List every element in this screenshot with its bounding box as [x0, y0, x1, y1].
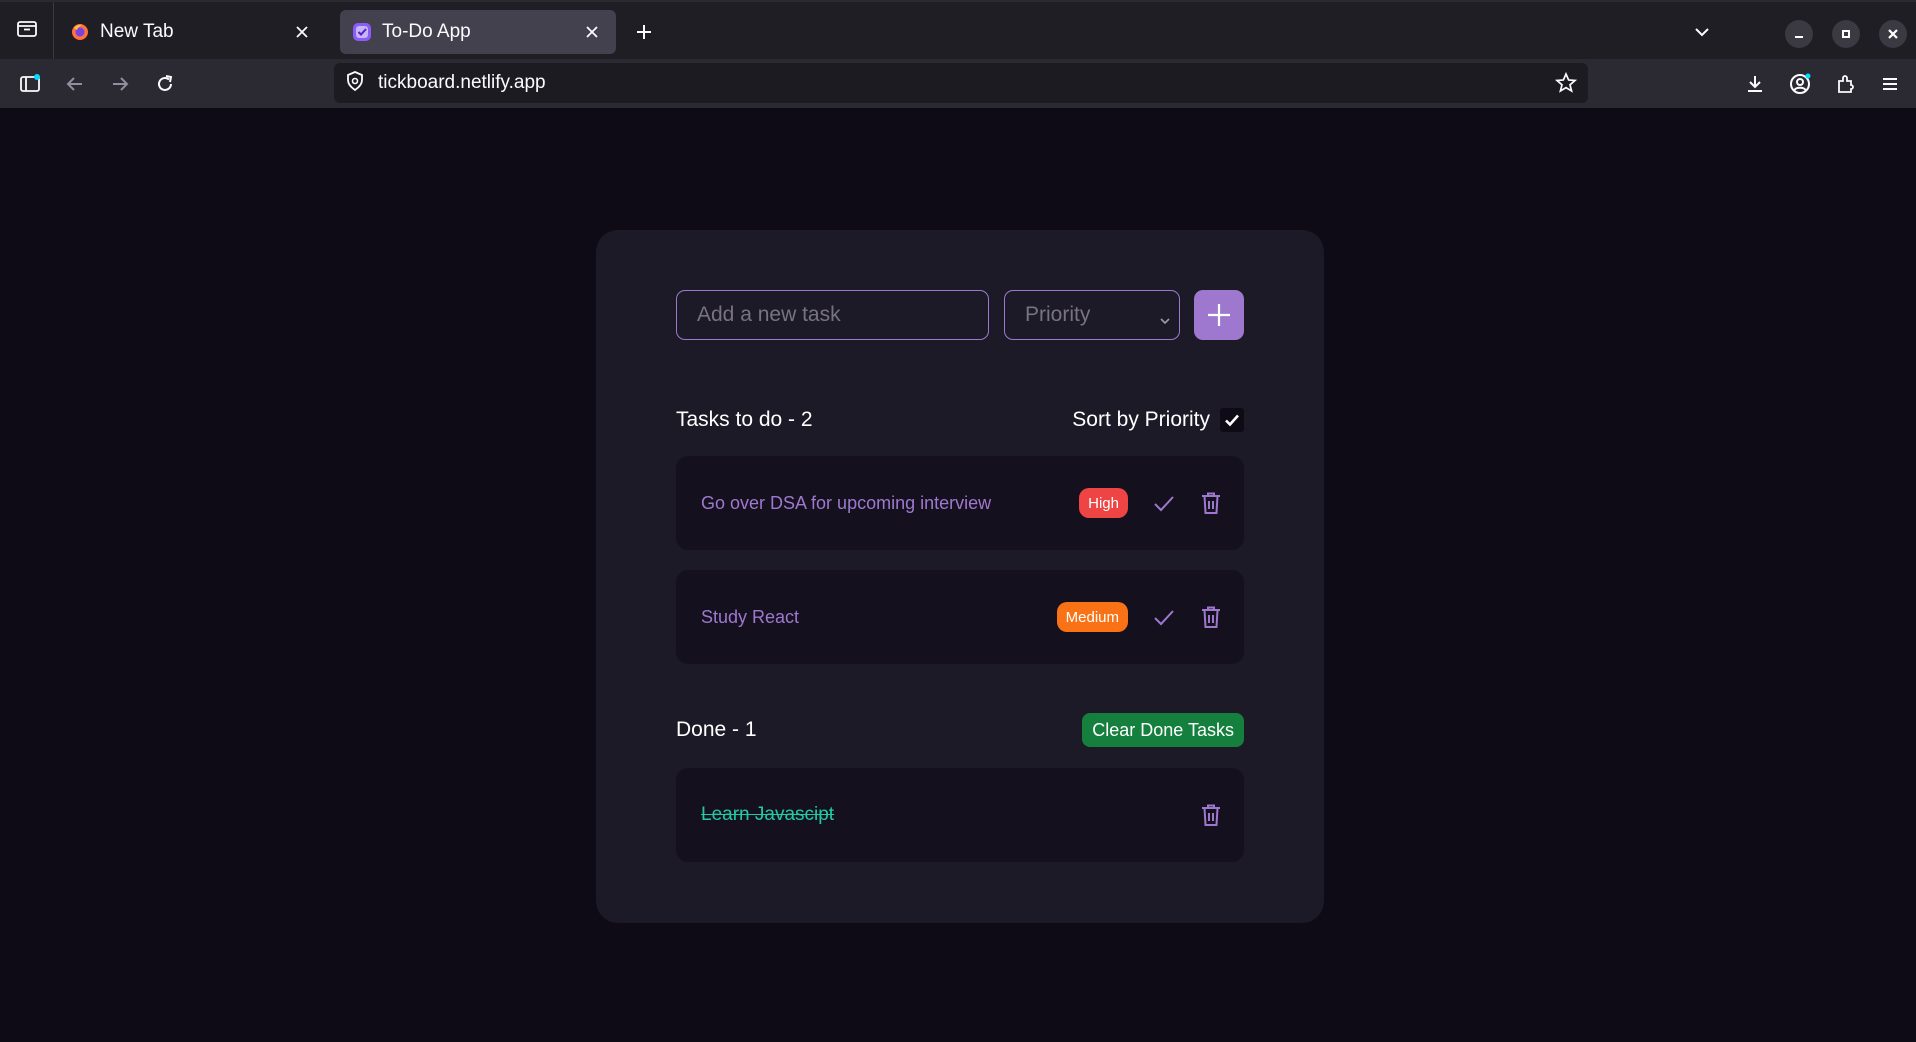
close-tab-button[interactable]: [290, 20, 314, 44]
clear-done-tasks-button[interactable]: Clear Done Tasks: [1082, 713, 1244, 747]
chevron-down-icon: [1159, 309, 1171, 333]
close-icon: [1888, 29, 1898, 39]
plus-icon: [637, 25, 651, 39]
close-icon: [296, 26, 308, 38]
sidebar-toggle-button[interactable]: [16, 70, 44, 98]
forward-button[interactable]: [106, 70, 134, 98]
firefox-icon: [70, 22, 90, 42]
priority-select[interactable]: Priority: [1004, 290, 1180, 340]
list-all-tabs-button[interactable]: [1688, 18, 1716, 46]
trash-icon: [1202, 492, 1220, 514]
close-tab-button[interactable]: [580, 20, 604, 44]
new-tab-button[interactable]: [630, 18, 658, 46]
close-icon: [586, 26, 598, 38]
tab-new-tab[interactable]: New Tab: [58, 10, 326, 54]
add-task-button[interactable]: [1194, 290, 1244, 340]
bookmark-star-icon[interactable]: [1554, 71, 1578, 95]
todo-header-title: Tasks to do - 2: [676, 408, 813, 431]
tab-title: New Tab: [100, 21, 174, 42]
app-menu-button[interactable]: [1876, 70, 1904, 98]
hamburger-menu-icon: [1883, 78, 1897, 90]
site-security-icon[interactable]: [344, 70, 366, 97]
done-section-header: Done - 1 Clear Done Tasks: [676, 712, 1244, 748]
arrow-right-icon: [113, 77, 129, 91]
complete-task-button[interactable]: [1150, 489, 1178, 517]
account-button[interactable]: [1786, 70, 1814, 98]
check-icon: [1154, 610, 1174, 626]
reload-button[interactable]: [151, 70, 179, 98]
trash-icon: [1202, 606, 1220, 628]
todo-card: Priority Tasks to do - 2 Sort by Priorit…: [596, 230, 1324, 923]
browser-tab-bar: New Tab To-Do App: [0, 0, 1916, 61]
browser-nav-bar: tickboard.netlify.app: [0, 59, 1916, 109]
todo-app-favicon-icon: [352, 22, 372, 42]
delete-task-button[interactable]: [1197, 489, 1225, 517]
sort-by-priority-toggle[interactable]: Sort by Priority: [1072, 408, 1244, 432]
todo-task-item: Study React Medium: [676, 570, 1244, 664]
done-header-title: Done - 1: [676, 718, 757, 741]
trash-icon: [1202, 804, 1220, 826]
url-text: tickboard.netlify.app: [378, 72, 546, 93]
todo-section-header: Tasks to do - 2 Sort by Priority: [676, 402, 1244, 438]
tab-todo-app[interactable]: To-Do App: [340, 10, 616, 54]
chevron-down-icon: [1695, 28, 1709, 37]
check-icon: [1154, 496, 1174, 512]
priority-badge: High: [1079, 488, 1128, 518]
check-icon: [1225, 414, 1239, 427]
puzzle-icon: [1838, 75, 1854, 93]
priority-badge: Medium: [1056, 602, 1128, 632]
task-text: Learn Javascipt: [701, 804, 835, 825]
address-bar[interactable]: tickboard.netlify.app: [334, 63, 1588, 103]
sidebar-icon: [20, 74, 40, 92]
done-task-item: Learn Javascipt: [676, 768, 1244, 862]
maximize-button[interactable]: [1832, 20, 1860, 48]
download-icon: [1748, 76, 1762, 92]
task-text: Study React: [701, 606, 800, 627]
tab-overview-icon: [16, 18, 38, 45]
tab-overview-button[interactable]: [0, 2, 54, 61]
new-task-input[interactable]: [676, 290, 989, 340]
minimize-button[interactable]: [1785, 20, 1813, 48]
close-window-button[interactable]: [1879, 20, 1907, 48]
plus-icon: [1208, 304, 1230, 326]
extensions-button[interactable]: [1831, 70, 1859, 98]
priority-select-value: Priority: [1025, 303, 1091, 326]
sort-checkbox[interactable]: [1220, 408, 1244, 432]
minimize-icon: [1795, 36, 1803, 38]
maximize-icon: [1842, 30, 1850, 38]
delete-task-button[interactable]: [1197, 603, 1225, 631]
sort-label: Sort by Priority: [1072, 408, 1210, 431]
task-text: Go over DSA for upcoming interview: [701, 492, 992, 513]
tab-title: To-Do App: [382, 21, 471, 42]
back-button[interactable]: [61, 70, 89, 98]
delete-task-button[interactable]: [1197, 801, 1225, 829]
complete-task-button[interactable]: [1150, 603, 1178, 631]
downloads-button[interactable]: [1741, 70, 1769, 98]
account-icon: [1790, 73, 1811, 94]
arrow-left-icon: [66, 77, 82, 91]
reload-icon: [158, 75, 173, 91]
todo-task-item: Go over DSA for upcoming interview High: [676, 456, 1244, 550]
